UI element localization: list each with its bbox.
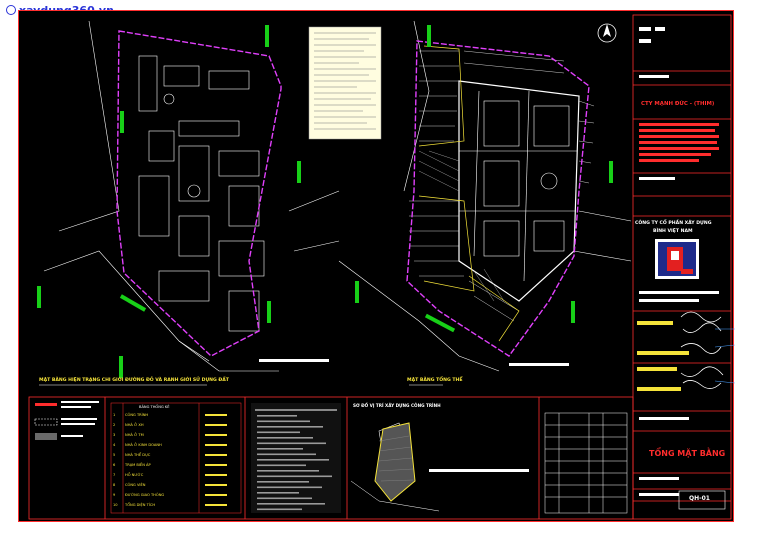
road-line	[288, 190, 340, 212]
hatch-area	[418, 150, 505, 302]
title-left: MẶT BẰNG HIỆN TRẠNG CHI GIỚI ĐƯỜNG ĐỎ VÀ…	[39, 378, 229, 383]
title-right: MẶT BẰNG TỔNG THỂ	[407, 378, 463, 383]
data-panel-line	[257, 426, 323, 428]
data-panel-line	[257, 459, 329, 461]
stats-row-number: 1	[113, 413, 116, 417]
data-panel-line	[257, 420, 310, 423]
data-panel-line	[257, 415, 297, 417]
stats-row-number: 2	[113, 423, 116, 427]
data-panel	[251, 403, 341, 513]
legend-text-bars	[61, 401, 99, 437]
stats-row-number: 3	[113, 433, 116, 437]
stats-row-number: 9	[113, 493, 116, 497]
designer-name: CÔNG TY CỔ PHẦN XÂY DỰNG	[635, 221, 712, 226]
stats-row-number: 6	[113, 463, 116, 467]
location-map	[350, 422, 529, 512]
stats-row-name: NHÀ Ở XH	[125, 423, 144, 427]
stats-row-name: HỒ NƯỚC	[125, 473, 144, 477]
stats-table-header: BẢNG THỐNG KÊ	[139, 405, 170, 409]
road-line	[43, 250, 210, 362]
data-panel-line	[257, 481, 309, 483]
stats-row-number: 7	[113, 473, 116, 477]
stats-row-number: 5	[113, 453, 116, 457]
stats-row-value-bar	[205, 444, 227, 446]
data-panel-line	[257, 503, 325, 505]
designer-name-line2: BÌNH VIỆT NAM	[653, 229, 693, 234]
road-line	[178, 340, 279, 372]
title-block-yellow-bars	[637, 321, 689, 391]
leader-lines	[714, 328, 735, 384]
stats-row-value-bar	[205, 414, 227, 416]
stats-row-value-bar	[205, 454, 227, 456]
company-logo	[655, 239, 699, 279]
data-panel-line	[257, 492, 299, 494]
stats-row-number: 8	[113, 483, 116, 487]
data-panel-line	[257, 442, 326, 445]
stats-row-name: NHÀ THỂ DỤC	[125, 453, 151, 457]
notes-box	[308, 26, 382, 140]
data-panel-line	[257, 475, 332, 478]
stats-row-name: ĐƯỜNG GIAO THÔNG	[125, 493, 165, 497]
stats-row-value-bar	[205, 484, 227, 486]
data-panel-line	[257, 470, 319, 472]
signatures	[680, 311, 724, 389]
stats-row-number: 4	[113, 443, 116, 447]
stats-row-value-bar	[205, 424, 227, 426]
stats-row-name: NHÀ Ở TM	[125, 433, 144, 437]
left-plan	[43, 20, 340, 372]
sheet-title: TỔNG MẶT BẰNG	[649, 449, 726, 458]
stats-row-name: TRẠM BIẾN ÁP	[125, 463, 151, 467]
stats-row-value-bar	[205, 504, 227, 506]
data-panel-line	[257, 464, 306, 467]
circle-arrow-icon	[6, 5, 16, 15]
coord-table	[544, 412, 628, 514]
stats-row-value-bar	[205, 474, 227, 476]
stats-row-name: TỔNG DIỆN TÍCH	[125, 503, 156, 507]
drawing-sheet: MẶT BẰNG HIỆN TRẠNG CHI GIỚI ĐƯỜNG ĐỎ VÀ…	[18, 10, 735, 522]
title-block-red-bars	[639, 123, 719, 162]
sheet-number: QH-01	[689, 495, 710, 502]
data-panel-line	[257, 486, 322, 489]
location-map-title: SƠ ĐỒ VỊ TRÍ XÂY DỰNG CÔNG TRÌNH	[353, 403, 441, 408]
data-panel-line	[257, 497, 312, 500]
stats-row-number: 10	[113, 503, 118, 507]
stats-row-value-bar	[205, 494, 227, 496]
stats-row-name: CÔNG TRÌNH	[125, 413, 149, 417]
north-arrow-icon	[597, 23, 617, 43]
company-name: CTY MẠNH ĐỨC - (THIM)	[641, 101, 715, 107]
data-panel-line	[257, 453, 316, 456]
data-panel-line	[257, 508, 302, 511]
right-plan	[338, 20, 632, 372]
legend-swatches	[34, 403, 58, 440]
stats-row-value-bar	[205, 434, 227, 436]
stats-row-name: CÔNG VIÊN	[125, 483, 146, 487]
road-line	[293, 240, 340, 252]
right-boundary	[406, 40, 590, 357]
lot-grid	[409, 50, 595, 322]
data-panel-line	[257, 431, 300, 434]
stats-row-value-bar	[205, 464, 227, 466]
road-line	[58, 20, 120, 232]
stats-row-name: NHÀ Ở KINH DOANH	[125, 443, 162, 447]
data-panel-line	[257, 448, 303, 450]
data-panel-line	[257, 437, 313, 439]
